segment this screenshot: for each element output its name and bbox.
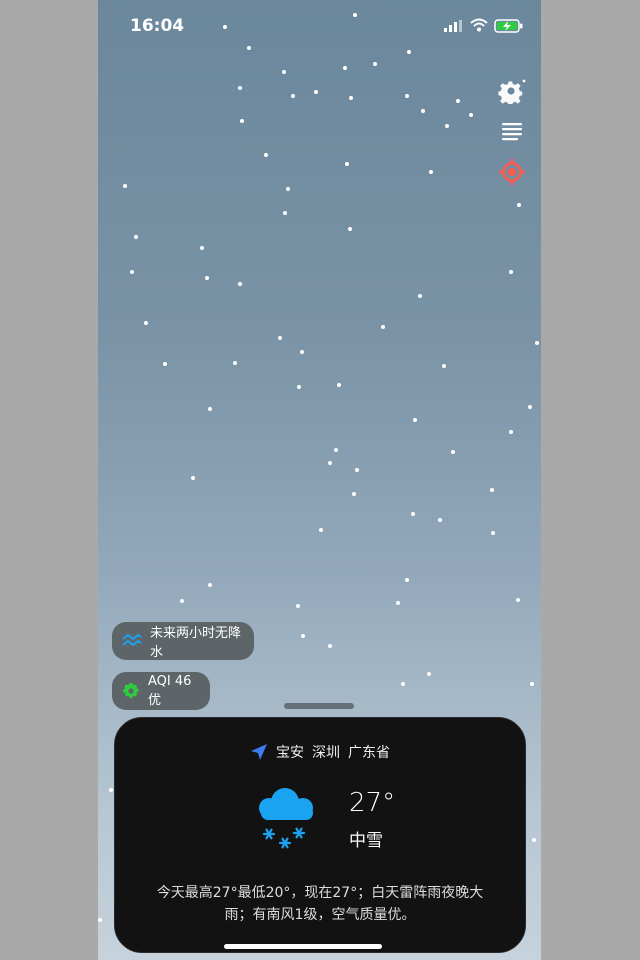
current-temperature: 27° (349, 788, 396, 818)
cellular-signal-icon (444, 20, 462, 32)
location-arrow-icon (251, 744, 267, 760)
precipitation-text: 未来两小时无降水 (150, 626, 242, 660)
battery-charging-icon (494, 19, 523, 33)
drag-handle[interactable] (284, 703, 354, 709)
list-icon[interactable] (498, 118, 526, 146)
weather-summary: 今天最高27°最低20°，现在27°；白天雷阵雨夜晚大雨；有南风1级，空气质量优… (156, 885, 484, 923)
weather-condition: 中雪 (349, 831, 383, 851)
snow-cloud-icon (259, 788, 313, 849)
aqi-chip[interactable]: AQI 46 优 (112, 672, 210, 710)
home-indicator[interactable] (224, 944, 382, 949)
gear-icon[interactable] (498, 76, 526, 104)
location-city: 深圳 (312, 745, 340, 761)
crosshair-icon[interactable] (498, 158, 526, 186)
status-bar: 16:04 (98, 14, 541, 40)
precipitation-chip[interactable]: 未来两小时无降水 (112, 622, 254, 660)
wave-icon (122, 633, 142, 647)
gear-icon (123, 683, 139, 698)
status-time: 16:04 (130, 16, 185, 36)
location-row[interactable]: 宝安 深圳 广东省 (115, 742, 525, 762)
location-district: 宝安 (276, 745, 304, 761)
weather-card: 宝安 深圳 广东省 27° 中雪 今天最高27°最低20°，现在27°；白天雷阵… (114, 717, 526, 953)
wifi-icon (470, 18, 488, 32)
aqi-text: AQI 46 优 (148, 674, 192, 708)
phone-screen: 16:04 未来两小时无降水 AQI 46 优 宝安 深圳 广东省 27° 中雪… (98, 0, 541, 960)
location-province: 广东省 (348, 745, 390, 761)
